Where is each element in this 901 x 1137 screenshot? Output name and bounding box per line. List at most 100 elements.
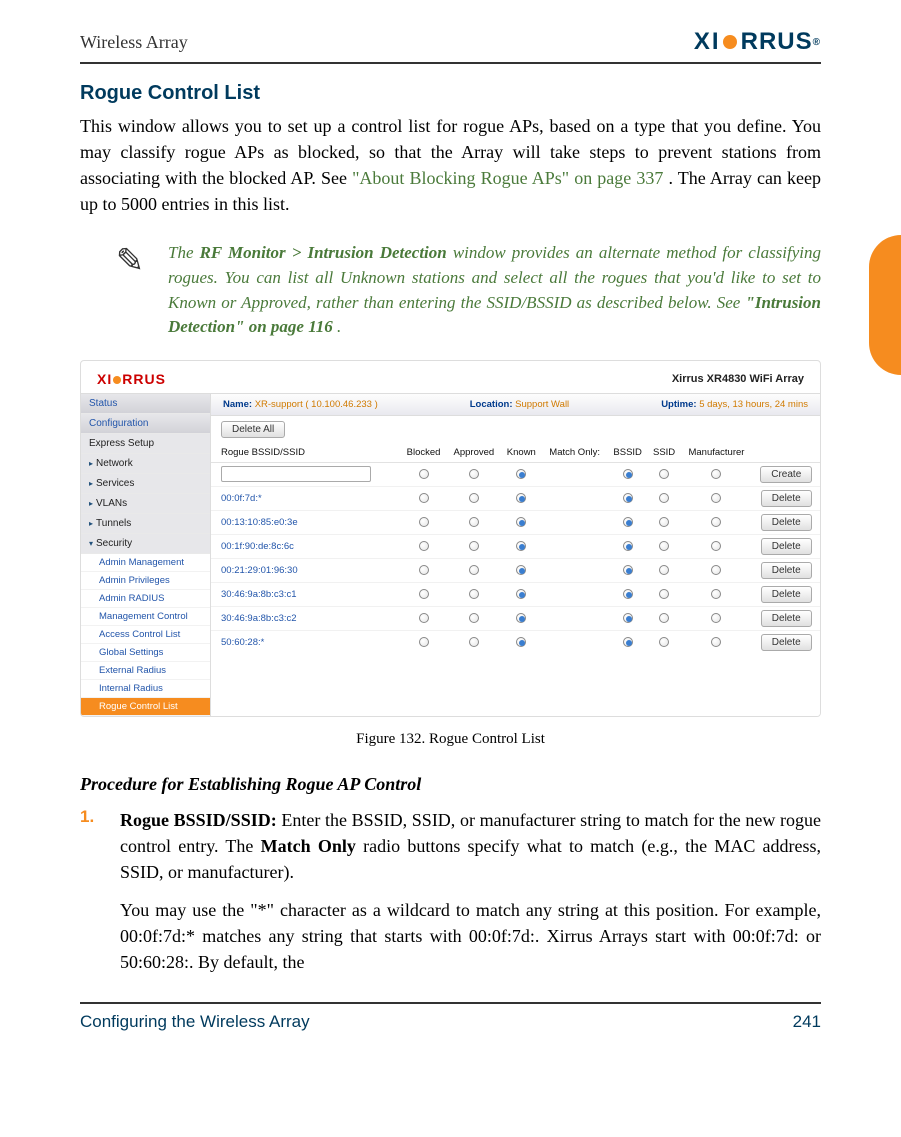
radio-icon[interactable] — [469, 541, 479, 551]
radio-icon[interactable] — [469, 517, 479, 527]
nav-management-control[interactable]: Management Control — [81, 608, 210, 626]
nav-services[interactable]: ▸Services — [81, 474, 210, 494]
radio-icon[interactable] — [469, 469, 479, 479]
page-header-title: Wireless Array — [80, 32, 188, 53]
info-location-value: Support Wall — [515, 399, 569, 410]
delete-all-button[interactable]: Delete All — [221, 421, 285, 438]
info-location: Location: Support Wall — [470, 399, 569, 410]
radio-icon[interactable] — [469, 637, 479, 647]
radio-icon[interactable] — [659, 565, 669, 575]
radio-icon[interactable] — [516, 589, 526, 599]
radio-icon[interactable] — [623, 493, 633, 503]
radio-icon[interactable] — [419, 565, 429, 575]
radio-icon[interactable] — [419, 469, 429, 479]
radio-icon[interactable] — [419, 613, 429, 623]
radio-icon[interactable] — [659, 541, 669, 551]
nav-status[interactable]: Status — [81, 394, 210, 414]
radio-icon[interactable] — [516, 613, 526, 623]
nav-access-control-list[interactable]: Access Control List — [81, 626, 210, 644]
radio-icon[interactable] — [516, 637, 526, 647]
radio-icon[interactable] — [623, 469, 633, 479]
nav-tunnels[interactable]: ▸Tunnels — [81, 514, 210, 534]
row-bssid: 30:46:9a:8b:c3:c1 — [211, 582, 400, 606]
row-bssid: 30:46:9a:8b:c3:c2 — [211, 606, 400, 630]
radio-icon[interactable] — [419, 637, 429, 647]
rogue-bssid-input[interactable] — [221, 466, 371, 482]
radio-icon[interactable] — [623, 613, 633, 623]
radio-icon[interactable] — [419, 589, 429, 599]
nav-network[interactable]: ▸Network — [81, 454, 210, 474]
nav-admin-management[interactable]: Admin Management — [81, 554, 210, 572]
delete-button[interactable]: Delete — [761, 610, 812, 627]
radio-icon[interactable] — [469, 613, 479, 623]
create-button[interactable]: Create — [760, 466, 812, 483]
radio-icon[interactable] — [516, 541, 526, 551]
col-bssid: Rogue BSSID/SSID — [211, 443, 400, 463]
radio-icon[interactable] — [419, 493, 429, 503]
delete-button[interactable]: Delete — [761, 538, 812, 555]
nav-security[interactable]: ▾Security — [81, 534, 210, 554]
nav-admin-radius[interactable]: Admin RADIUS — [81, 590, 210, 608]
nav-express-setup[interactable]: Express Setup — [81, 434, 210, 454]
radio-icon[interactable] — [516, 469, 526, 479]
shot-logo-first: XI — [97, 371, 112, 387]
radio-icon[interactable] — [711, 469, 721, 479]
step1-p1: Rogue BSSID/SSID: Enter the BSSID, SSID,… — [120, 807, 821, 885]
nav-rogue-control-list[interactable]: Rogue Control List — [81, 698, 210, 716]
row-bssid: 00:13:10:85:e0:3e — [211, 510, 400, 534]
note-bold-1: RF Monitor > Intrusion Detection — [200, 243, 447, 262]
delete-button[interactable]: Delete — [761, 562, 812, 579]
radio-icon[interactable] — [659, 637, 669, 647]
nav-label: Network — [96, 458, 133, 469]
col-match-manufacturer: Manufacturer — [680, 443, 752, 463]
radio-icon[interactable] — [659, 589, 669, 599]
step1-p2: You may use the "*" character as a wildc… — [120, 897, 821, 975]
section-heading: Rogue Control List — [80, 82, 821, 105]
radio-icon[interactable] — [623, 565, 633, 575]
step1-strong: Rogue BSSID/SSID: — [120, 810, 277, 830]
radio-icon[interactable] — [516, 565, 526, 575]
radio-icon[interactable] — [711, 565, 721, 575]
radio-icon[interactable] — [659, 517, 669, 527]
note-text: The RF Monitor > Intrusion Detection win… — [168, 241, 821, 340]
radio-icon[interactable] — [516, 493, 526, 503]
radio-icon[interactable] — [711, 613, 721, 623]
delete-button[interactable]: Delete — [761, 514, 812, 531]
row-bssid: 00:21:29:01:96:30 — [211, 558, 400, 582]
col-match-ssid: SSID — [648, 443, 681, 463]
shot-main: Name: XR-support ( 10.100.46.233 ) Locat… — [211, 394, 820, 716]
nav-configuration[interactable]: Configuration — [81, 414, 210, 434]
radio-icon[interactable] — [711, 517, 721, 527]
delete-button[interactable]: Delete — [761, 490, 812, 507]
nav-internal-radius[interactable]: Internal Radius — [81, 680, 210, 698]
radio-icon[interactable] — [623, 541, 633, 551]
radio-icon[interactable] — [623, 589, 633, 599]
radio-icon[interactable] — [623, 637, 633, 647]
delete-button[interactable]: Delete — [761, 586, 812, 603]
nav-admin-privileges[interactable]: Admin Privileges — [81, 572, 210, 590]
intro-crossref-link[interactable]: "About Blocking Rogue APs" on page 337 — [352, 168, 663, 188]
radio-icon[interactable] — [623, 517, 633, 527]
radio-icon[interactable] — [419, 517, 429, 527]
radio-icon[interactable] — [711, 589, 721, 599]
radio-icon[interactable] — [711, 541, 721, 551]
shot-toolbar: Delete All — [211, 416, 820, 443]
chevron-right-icon: ▸ — [89, 459, 93, 468]
radio-icon[interactable] — [516, 517, 526, 527]
radio-icon[interactable] — [659, 493, 669, 503]
nav-external-radius[interactable]: External Radius — [81, 662, 210, 680]
nav-label: Security — [96, 538, 132, 549]
table-header-row: Rogue BSSID/SSID Blocked Approved Known … — [211, 443, 820, 463]
radio-icon[interactable] — [711, 637, 721, 647]
radio-icon[interactable] — [659, 613, 669, 623]
radio-icon[interactable] — [469, 493, 479, 503]
row-bssid: 00:1f:90:de:8c:6c — [211, 534, 400, 558]
radio-icon[interactable] — [659, 469, 669, 479]
delete-button[interactable]: Delete — [761, 634, 812, 651]
nav-global-settings[interactable]: Global Settings — [81, 644, 210, 662]
radio-icon[interactable] — [469, 589, 479, 599]
radio-icon[interactable] — [419, 541, 429, 551]
radio-icon[interactable] — [469, 565, 479, 575]
radio-icon[interactable] — [711, 493, 721, 503]
nav-vlans[interactable]: ▸VLANs — [81, 494, 210, 514]
